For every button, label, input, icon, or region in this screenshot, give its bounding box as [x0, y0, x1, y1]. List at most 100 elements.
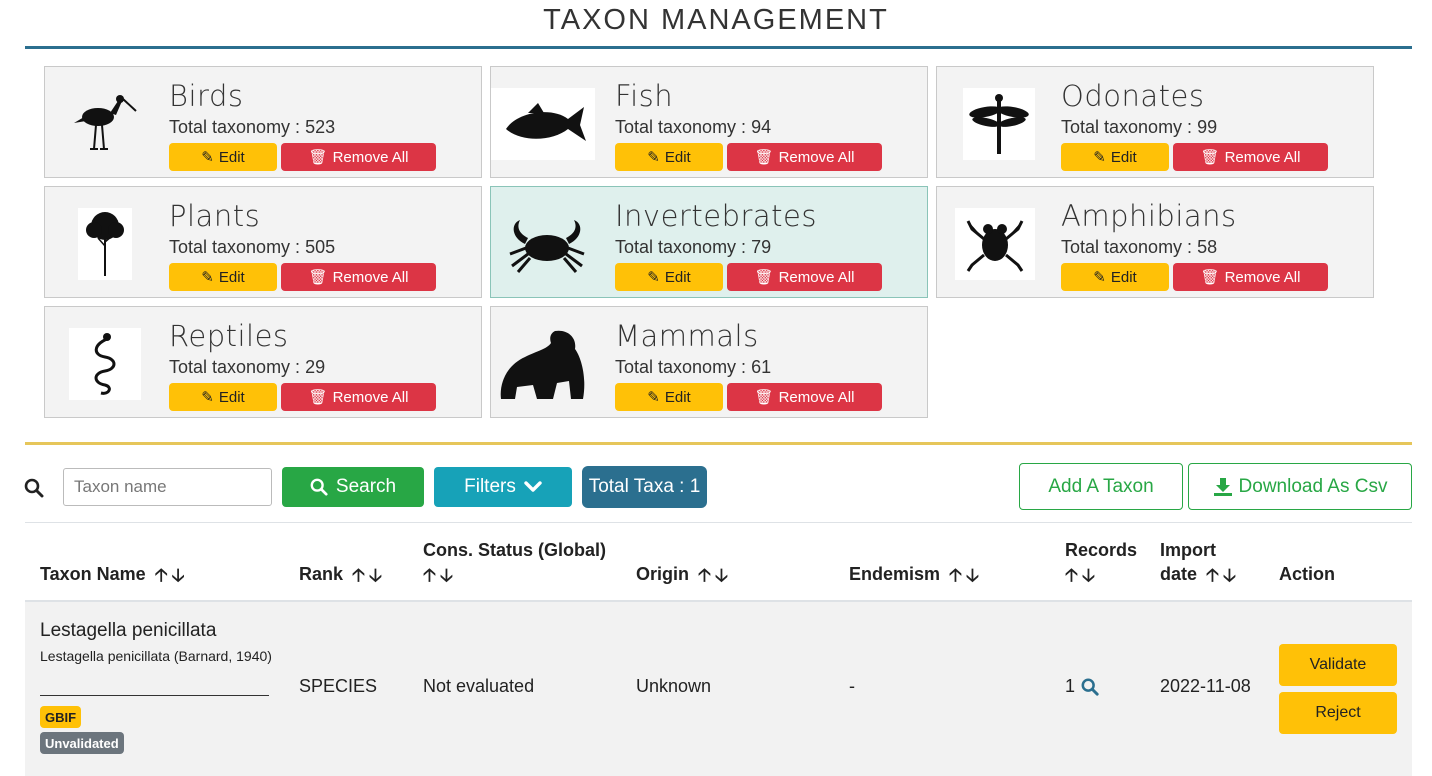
records-cell: 1 — [1065, 676, 1099, 697]
remove-all-button[interactable]: 🗑 Remove All — [281, 263, 436, 291]
gorilla-silhouette-icon — [495, 327, 591, 401]
edit-button[interactable]: ✎ Edit — [169, 383, 277, 411]
sort-asc-icon[interactable]: 🡡 — [1206, 563, 1219, 587]
edit-button[interactable]: ✎ Edit — [1061, 263, 1169, 291]
edit-button[interactable]: ✎ Edit — [615, 143, 723, 171]
module-name: Fish — [615, 79, 674, 113]
remove-all-label: Remove All — [1224, 148, 1301, 166]
pencil-icon: ✎ — [647, 269, 660, 286]
validate-button[interactable]: Validate — [1279, 644, 1397, 686]
endemism-cell: - — [849, 676, 855, 696]
remove-all-label: Remove All — [332, 148, 409, 166]
sort-desc-icon[interactable]: 🡣 — [440, 563, 453, 587]
edit-button[interactable]: ✎ Edit — [1061, 143, 1169, 171]
remove-all-button[interactable]: 🗑 Remove All — [727, 143, 882, 171]
sort-asc-icon[interactable]: 🡡 — [423, 563, 436, 587]
sort-asc-icon[interactable]: 🡡 — [698, 563, 711, 587]
taxon-name[interactable]: Lestagella penicillata — [40, 620, 216, 642]
search-icon[interactable] — [1081, 678, 1099, 696]
pencil-icon: ✎ — [201, 149, 214, 166]
module-total: Total taxonomy : 94 — [615, 117, 772, 137]
module-card-invertebrates[interactable]: Invertebrates Total taxonomy : 79 ✎ Edit… — [490, 186, 928, 298]
sort-desc-icon[interactable]: 🡣 — [369, 563, 382, 587]
column-header-taxon-name[interactable]: Taxon Name 🡡 🡣 — [40, 562, 185, 587]
column-header-label: Rank — [299, 564, 344, 584]
module-card-birds[interactable]: Birds Total taxonomy : 523 ✎ Edit 🗑 Remo… — [44, 66, 482, 178]
sort-desc-icon[interactable]: 🡣 — [966, 563, 979, 587]
sort-desc-icon[interactable]: 🡣 — [715, 563, 728, 587]
remove-all-button[interactable]: 🗑 Remove All — [1173, 143, 1328, 171]
tree-silhouette-icon — [57, 207, 153, 281]
module-total: Total taxonomy : 79 — [615, 237, 772, 257]
frog-silhouette-icon — [947, 207, 1043, 281]
sort-desc-icon[interactable]: 🡣 — [1223, 563, 1236, 587]
download-csv-label: Download As Csv — [1238, 475, 1388, 497]
remove-all-button[interactable]: 🗑 Remove All — [1173, 263, 1328, 291]
edit-label: Edit — [664, 148, 691, 166]
reject-button[interactable]: Reject — [1279, 692, 1397, 734]
module-card-reptiles[interactable]: Reptiles Total taxonomy : 29 ✎ Edit 🗑 Re… — [44, 306, 482, 418]
column-header-label: Endemism — [849, 564, 941, 584]
column-header-origin[interactable]: Origin 🡡 🡣 — [636, 562, 728, 587]
module-card-fish[interactable]: Fish Total taxonomy : 94 ✎ Edit 🗑 Remove… — [490, 66, 928, 178]
edit-label: Edit — [664, 388, 691, 406]
bird-silhouette-icon — [57, 87, 153, 161]
rank-cell: SPECIES — [299, 676, 378, 696]
module-total: Total taxonomy : 58 — [1061, 237, 1218, 257]
search-button[interactable]: Search — [282, 467, 424, 507]
column-header-label: date — [1160, 564, 1198, 584]
search-icon — [310, 478, 328, 496]
dragonfly-silhouette-icon — [951, 87, 1047, 161]
sort-asc-icon[interactable]: 🡡 — [949, 563, 962, 587]
add-taxon-button[interactable]: Add A Taxon — [1019, 463, 1183, 510]
edit-button[interactable]: ✎ Edit — [615, 383, 723, 411]
module-card-mammals[interactable]: Mammals Total taxonomy : 61 ✎ Edit 🗑 Rem… — [490, 306, 928, 418]
taxon-divider — [40, 695, 269, 696]
cons-status-cell: Not evaluated — [423, 676, 535, 696]
trash-icon: 🗑 — [1200, 269, 1220, 286]
sort-asc-icon[interactable]: 🡡 — [155, 563, 168, 587]
sort-asc-icon[interactable]: 🡡 — [352, 563, 365, 587]
trash-icon: 🗑 — [754, 269, 774, 286]
pencil-icon: ✎ — [647, 149, 660, 166]
sort-desc-icon[interactable]: 🡣 — [1082, 563, 1095, 587]
search-icon — [24, 478, 44, 498]
download-csv-button[interactable]: Download As Csv — [1188, 463, 1412, 510]
taxon-search-input[interactable] — [63, 468, 272, 506]
column-header-cons-status[interactable]: Cons. Status (Global) 🡡 🡣 — [423, 538, 623, 587]
edit-button[interactable]: ✎ Edit — [615, 263, 723, 291]
edit-button[interactable]: ✎ Edit — [169, 143, 277, 171]
column-header-rank[interactable]: Rank 🡡 🡣 — [299, 562, 382, 587]
module-card-odonates[interactable]: Odonates Total taxonomy : 99 ✎ Edit 🗑 Re… — [936, 66, 1374, 178]
pencil-icon: ✎ — [201, 269, 214, 286]
edit-label: Edit — [1110, 268, 1137, 286]
module-total: Total taxonomy : 61 — [615, 357, 772, 377]
remove-all-label: Remove All — [778, 148, 855, 166]
column-header-label: Import — [1160, 540, 1216, 560]
remove-all-label: Remove All — [1224, 268, 1301, 286]
remove-all-button[interactable]: 🗑 Remove All — [727, 263, 882, 291]
edit-button[interactable]: ✎ Edit — [169, 263, 277, 291]
remove-all-button[interactable]: 🗑 Remove All — [281, 383, 436, 411]
module-total: Total taxonomy : 523 — [169, 117, 336, 137]
filters-button[interactable]: Filters — [434, 467, 572, 507]
remove-all-button[interactable]: 🗑 Remove All — [281, 143, 436, 171]
pencil-icon: ✎ — [1093, 149, 1106, 166]
column-header-import-date[interactable]: Import date 🡡 🡣 — [1160, 538, 1236, 587]
pencil-icon: ✎ — [201, 389, 214, 406]
trash-icon: 🗑 — [1200, 149, 1220, 166]
module-total: Total taxonomy : 29 — [169, 357, 326, 377]
module-name: Amphibians — [1061, 199, 1237, 233]
module-grid: Birds Total taxonomy : 523 ✎ Edit 🗑 Remo… — [44, 66, 1374, 418]
remove-all-button[interactable]: 🗑 Remove All — [727, 383, 882, 411]
column-header-records[interactable]: Records 🡡 🡣 — [1065, 538, 1137, 587]
pencil-icon: ✎ — [647, 389, 660, 406]
column-header-endemism[interactable]: Endemism 🡡 🡣 — [849, 562, 979, 587]
module-card-amphibians[interactable]: Amphibians Total taxonomy : 58 ✎ Edit 🗑 … — [936, 186, 1374, 298]
sort-desc-icon[interactable]: 🡣 — [172, 563, 185, 587]
title-divider — [25, 46, 1412, 49]
module-card-plants[interactable]: Plants Total taxonomy : 505 ✎ Edit 🗑 Rem… — [44, 186, 482, 298]
filters-button-label: Filters — [464, 476, 516, 497]
sort-asc-icon[interactable]: 🡡 — [1065, 563, 1078, 587]
origin-cell: Unknown — [636, 676, 712, 696]
